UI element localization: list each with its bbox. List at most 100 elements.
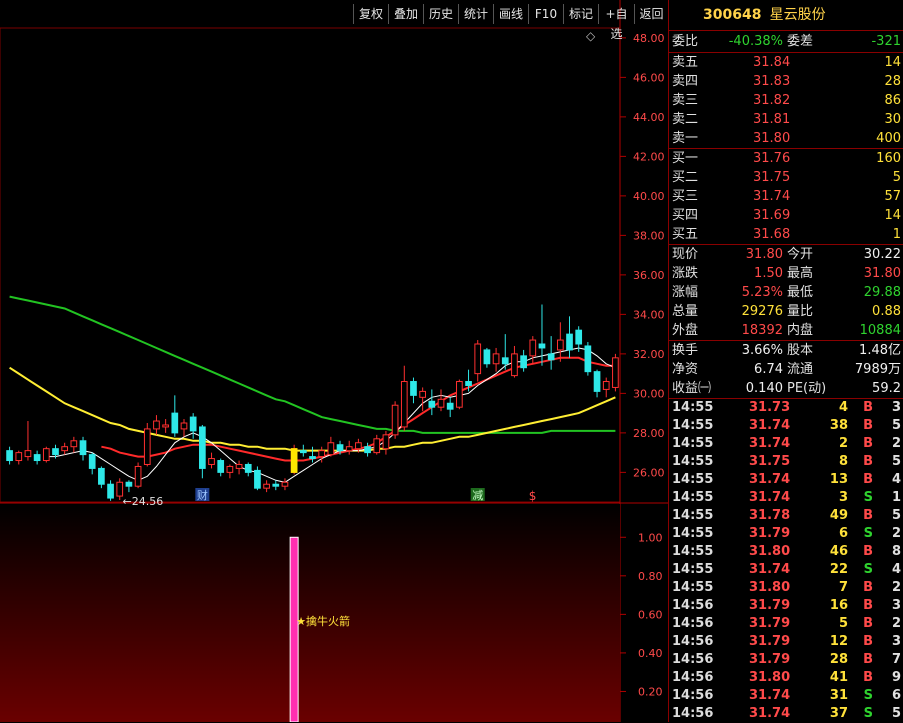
tb-lishi-button[interactable]: 历史 <box>423 4 458 24</box>
stat-row: 涨跌 1.50 最高 31.80 <box>669 264 903 283</box>
tick-time: 14:55 <box>672 508 714 523</box>
buy-row[interactable]: 买三 31.74 57 <box>669 187 903 206</box>
candle-body <box>364 446 371 454</box>
tick-row[interactable]: 14:55 31.74 3 S 1 <box>669 489 903 507</box>
buy-row[interactable]: 买四 31.69 14 <box>669 206 903 225</box>
order-label: 卖二 <box>672 112 699 127</box>
chart-area[interactable]: ◇ 48.00 46.00 44.00 42.00 40.00 38.00 36.00 34.0… <box>0 0 668 722</box>
diamond-icon: ◇ <box>586 29 596 43</box>
tick-time: 14:55 <box>672 490 714 505</box>
sell-row[interactable]: 卖二 31.81 30 <box>669 110 903 129</box>
candle-body <box>143 428 151 465</box>
candle-body <box>410 381 417 396</box>
tick-row[interactable]: 14:56 31.79 28 B 7 <box>669 651 903 669</box>
tick-price: 31.74 <box>749 418 791 433</box>
candle-body <box>556 339 564 351</box>
tick-side: B <box>863 616 873 631</box>
buy-row[interactable]: 买一 31.76 160 <box>669 149 903 168</box>
candle-body <box>61 446 69 452</box>
tick-row[interactable]: 14:56 31.79 5 B 2 <box>669 615 903 633</box>
tick-row[interactable]: 14:56 31.74 31 S 6 <box>669 687 903 705</box>
tick-price: 31.75 <box>749 454 791 469</box>
candle-body <box>52 448 59 456</box>
candle-body <box>199 426 206 469</box>
tick-volume: 16 <box>829 598 848 613</box>
candle-body <box>217 460 225 473</box>
tick-price: 31.79 <box>749 616 791 631</box>
s-badge: $ <box>529 489 537 503</box>
tick-row[interactable]: 14:55 31.73 4 B 3 <box>669 399 903 417</box>
order-label: 卖四 <box>672 74 699 89</box>
tick-row[interactable]: 14:55 31.75 8 B 5 <box>669 453 903 471</box>
tick-volume: 37 <box>829 706 848 721</box>
candle-body <box>593 371 601 392</box>
candle-body <box>88 454 96 469</box>
candle-body <box>382 434 390 450</box>
sell-row[interactable]: 卖五 31.84 14 <box>669 53 903 72</box>
tick-count: 4 <box>891 472 901 487</box>
stat-label: 今开 <box>787 247 814 262</box>
tb-fanhui-button[interactable]: 返回 <box>634 4 668 24</box>
tick-time: 14:56 <box>672 670 714 685</box>
sell-row[interactable]: 卖三 31.82 86 <box>669 91 903 110</box>
candle-body <box>235 463 243 469</box>
tick-row[interactable]: 14:56 31.79 16 B 3 <box>669 597 903 615</box>
tick-time: 14:56 <box>672 616 714 631</box>
tick-price: 31.80 <box>749 544 791 559</box>
tick-side: B <box>863 652 873 667</box>
tb-f10-button[interactable]: F10 <box>528 4 563 24</box>
stat-value: 1.50 <box>754 266 783 281</box>
tick-row[interactable]: 14:55 31.74 2 B 2 <box>669 435 903 453</box>
stat-value: 0.88 <box>872 304 901 319</box>
tick-row[interactable]: 14:56 31.79 12 B 3 <box>669 633 903 651</box>
tick-row[interactable]: 14:55 31.78 49 B 5 <box>669 507 903 525</box>
sell-row[interactable]: 卖一 31.80 400 <box>669 129 903 148</box>
tb-zixuan-button[interactable]: +自选 <box>598 4 634 41</box>
tick-row[interactable]: 14:55 31.74 13 B 4 <box>669 471 903 489</box>
order-price: 31.83 <box>753 74 791 89</box>
buy-row[interactable]: 买五 31.68 1 <box>669 225 903 244</box>
tick-row[interactable]: 14:55 31.80 46 B 8 <box>669 543 903 561</box>
candle-body <box>208 458 215 465</box>
tick-side: B <box>863 436 873 451</box>
quote-stats: 现价 31.80 今开 30.22 涨跌 1.50 最高 31.80 涨幅 5.23… <box>669 244 903 340</box>
tick-row[interactable]: 14:55 31.74 22 S 4 <box>669 561 903 579</box>
stat-row: 总量 29276 量比 0.88 <box>669 302 903 321</box>
tick-list[interactable]: 14:55 31.73 4 B 3 14:55 31.74 38 B 5 14:55… <box>669 398 903 723</box>
tick-row[interactable]: 14:56 31.74 37 S 5 <box>669 705 903 723</box>
candle-body <box>345 446 353 452</box>
tick-row[interactable]: 14:55 31.79 6 S 2 <box>669 525 903 543</box>
tick-side: B <box>863 454 873 469</box>
tick-row[interactable]: 14:55 31.80 7 B 2 <box>669 579 903 597</box>
sell-row[interactable]: 卖四 31.83 28 <box>669 72 903 91</box>
stat-row: 外盘 18392 内盘 10884 <box>669 321 903 340</box>
price-frame <box>0 27 621 503</box>
stat-value: 31.80 <box>745 247 783 262</box>
stat-row: 现价 31.80 今开 30.22 <box>669 245 903 264</box>
tick-row[interactable]: 14:56 31.80 41 B 9 <box>669 669 903 687</box>
finance-stats: 换手 3.66% 股本 1.48亿 净资 6.74 流通 7989万 收益㈠ 0.1… <box>669 340 903 398</box>
candle-body <box>419 390 426 398</box>
tick-price: 31.80 <box>749 670 791 685</box>
candle-body <box>309 456 316 460</box>
buy-row[interactable]: 买二 31.75 5 <box>669 168 903 187</box>
tick-side: B <box>863 472 873 487</box>
kline-chart[interactable]: ◇ 48.00 46.00 44.00 42.00 40.00 38.00 36.00 34.0… <box>0 0 668 722</box>
weicha-value: -321 <box>871 34 901 49</box>
sell-orders: 卖五 31.84 14 卖四 31.83 28 卖三 31.82 86 卖二 31.8… <box>669 52 903 148</box>
tb-huaxian-button[interactable]: 画线 <box>493 4 528 24</box>
tb-tongji-button[interactable]: 统计 <box>458 4 493 24</box>
tb-biaoji-button[interactable]: 标记 <box>563 4 598 24</box>
tick-time: 14:55 <box>672 580 714 595</box>
candle-body <box>428 400 436 408</box>
tick-row[interactable]: 14:55 31.74 38 B 5 <box>669 417 903 435</box>
tb-fuquan-button[interactable]: 复权 <box>353 4 388 24</box>
candle-body <box>373 438 381 454</box>
indicator-bg <box>0 504 620 722</box>
order-price: 31.80 <box>753 131 791 146</box>
tick-price: 31.74 <box>749 688 791 703</box>
tb-diejia-button[interactable]: 叠加 <box>388 4 423 24</box>
tick-volume: 6 <box>838 526 848 541</box>
stat-value: 5.23% <box>741 285 783 300</box>
order-volume: 5 <box>892 170 901 185</box>
